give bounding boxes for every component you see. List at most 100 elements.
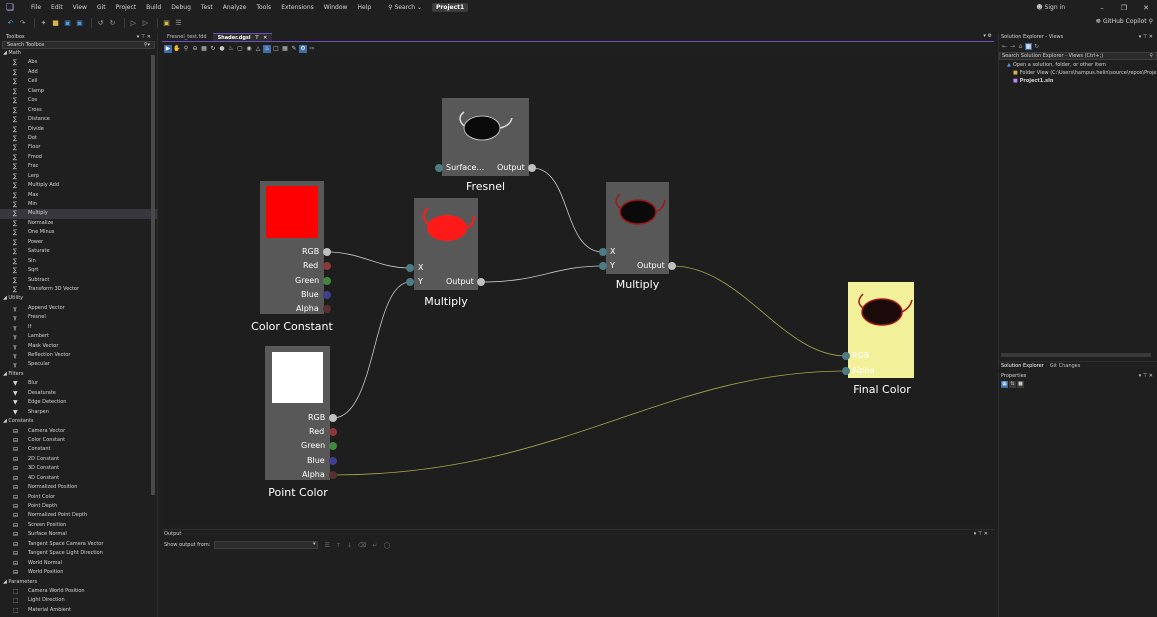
previous-message-icon[interactable]: ↑: [336, 542, 341, 549]
preview-plane-icon[interactable]: □: [272, 45, 280, 53]
menu-edit[interactable]: Edit: [46, 0, 68, 15]
colorconst-blue-port[interactable]: [323, 291, 331, 299]
solution-search-input[interactable]: Search Solution Explorer - Views (Ctrl+;…: [999, 52, 1157, 60]
solution-hscrollbar[interactable]: [1001, 353, 1151, 357]
toolbox-item-3d-constant[interactable]: ⊟ 3D Constant: [0, 464, 157, 473]
project-badge[interactable]: Project1: [432, 3, 469, 12]
generate-shader-icon[interactable]: ✎: [290, 45, 298, 53]
final-color-node[interactable]: [848, 282, 914, 378]
colorconst-rgb-port[interactable]: [323, 248, 331, 256]
toolbox-category-filters[interactable]: ◢ Filters: [0, 370, 157, 379]
toolbox-item-ceil[interactable]: ∑ Ceil: [0, 77, 157, 86]
reset-view-icon[interactable]: ↻: [209, 45, 217, 53]
toolbox-item-dot[interactable]: ∑ Dot: [0, 134, 157, 143]
toolbox-item-sharpen[interactable]: ▼ Sharpen: [0, 408, 157, 417]
menu-file[interactable]: File: [26, 0, 46, 15]
pointcolor-blue-port[interactable]: [329, 457, 337, 465]
toolbox-item-tangent-space-light-direction[interactable]: ⊟ Tangent Space Light Direction: [0, 549, 157, 558]
property-pages-icon[interactable]: ■: [1017, 381, 1024, 388]
close-window-button[interactable]: ✕: [1135, 4, 1157, 12]
folder-view-row[interactable]: ■ Folder View (C:\Users\hampus.helin\sour…: [999, 69, 1157, 77]
preview-teapot-icon[interactable]: ♨: [227, 45, 235, 53]
pointcolor-green-port[interactable]: [329, 442, 337, 450]
colorconst-red-port[interactable]: [323, 262, 331, 270]
visual-studio-logo-icon[interactable]: ❏: [6, 3, 20, 13]
global-search[interactable]: ⚲ Search ⌄: [382, 0, 428, 15]
toolbox-category-utility[interactable]: ◢ Utility: [0, 294, 157, 303]
toolbox-category-constants[interactable]: ◢ Constants: [0, 417, 157, 426]
home-icon[interactable]: ⌂: [1017, 43, 1024, 50]
toolbox-item-divide[interactable]: ∑ Divide: [0, 125, 157, 134]
menu-test[interactable]: Test: [196, 0, 218, 15]
github-copilot-button[interactable]: ☸ GitHub Copilot ⚲: [1096, 18, 1153, 25]
toolbox-item-max[interactable]: ∑ Max: [0, 191, 157, 200]
multiply2-y-port[interactable]: [599, 262, 607, 270]
toolbox-item-specular[interactable]: ╥ Specular: [0, 360, 157, 369]
pointcolor-red-port[interactable]: [329, 428, 337, 436]
export-icon[interactable]: ⇨: [308, 45, 316, 53]
menu-build[interactable]: Build: [141, 0, 166, 15]
toolbox-item-mask-vector[interactable]: ╥ Mask Vector: [0, 342, 157, 351]
clear-all-icon[interactable]: ⌫: [358, 542, 366, 549]
menu-tools[interactable]: Tools: [251, 0, 276, 15]
final-alpha-port[interactable]: [842, 367, 850, 375]
toolbox-item-lerp[interactable]: ∑ Lerp: [0, 172, 157, 181]
pane-controls[interactable]: ▾ ⊤ ✕: [974, 530, 988, 538]
new-item-icon[interactable]: ✦: [39, 19, 48, 28]
restore-button[interactable]: ❐: [1113, 4, 1135, 12]
tab-overflow-icon[interactable]: ▾ ⚙: [983, 33, 992, 39]
pane-controls[interactable]: ▾ ⊤ ✕: [1139, 372, 1153, 380]
pointcolor-rgb-port[interactable]: [329, 414, 337, 422]
menu-analyze[interactable]: Analyze: [218, 0, 252, 15]
pan-tool-icon[interactable]: ✋: [173, 45, 181, 53]
forward-icon[interactable]: →: [1009, 43, 1016, 50]
shader-graph-canvas[interactable]: Fresnel Surface... Output Color Constant…: [162, 56, 994, 526]
toolbox-item-point-color[interactable]: ⊟ Point Color: [0, 493, 157, 502]
tab-shader[interactable]: Shader.dgsl ⊤ ✕: [212, 33, 273, 41]
toolbox-item-camera-vector[interactable]: ⊟ Camera Vector: [0, 427, 157, 436]
layout-icon[interactable]: ▣: [162, 19, 171, 28]
toolbox-search-input[interactable]: Search Toolbox ⚲▾: [2, 41, 155, 49]
menu-git[interactable]: Git: [92, 0, 111, 15]
toolbox-item-frac[interactable]: ∑ Frac: [0, 162, 157, 171]
toolbox-item-sin[interactable]: ∑ Sin: [0, 257, 157, 266]
toolbox-item-surface-normal[interactable]: ⊟ Surface Normal: [0, 530, 157, 539]
toolbox-category-parameters[interactable]: ◢ Parameters: [0, 578, 157, 587]
multiply2-out-port[interactable]: [668, 262, 676, 270]
menu-help[interactable]: Help: [352, 0, 376, 15]
toolbar-options-icon[interactable]: ☰: [174, 19, 183, 28]
pin-icon[interactable]: ⊤: [255, 35, 260, 41]
minimize-button[interactable]: –: [1091, 4, 1113, 12]
start-without-debug-icon[interactable]: ▷: [141, 19, 150, 28]
open-item-row[interactable]: ▲ Open a solution, folder, or other item: [999, 61, 1157, 69]
toolbox-item-material-ambient[interactable]: ⬚ Material Ambient: [0, 606, 157, 615]
fresnel-in-port[interactable]: [435, 164, 443, 172]
toolbox-item-cos[interactable]: ∑ Cos: [0, 96, 157, 105]
toolbox-item-2d-constant[interactable]: ⊟ 2D Constant: [0, 455, 157, 464]
toolbox-item-constant[interactable]: ⊟ Constant: [0, 445, 157, 454]
toolbox-item-if[interactable]: ╥ If: [0, 323, 157, 332]
zoom-fit-icon[interactable]: ▦: [200, 45, 208, 53]
preview-teapot-selected-icon[interactable]: ♨: [263, 45, 271, 53]
toolbox-item-transform-3d-vector[interactable]: ∑ Transform 3D Vector: [0, 285, 157, 294]
toolbox-item-light-direction[interactable]: ⬚ Light Direction: [0, 596, 157, 605]
toolbox-item-lambert[interactable]: ╥ Lambert: [0, 332, 157, 341]
preview-cube-icon[interactable]: ▢: [236, 45, 244, 53]
start-debug-icon[interactable]: ▷: [129, 19, 138, 28]
toolbox-item-append-vector[interactable]: ╥ Append Vector: [0, 304, 157, 313]
colorconst-alpha-port[interactable]: [323, 305, 331, 313]
toolbox-item-subtract[interactable]: ∑ Subtract: [0, 276, 157, 285]
toggle-grid-icon[interactable]: ▦: [281, 45, 289, 53]
pointcolor-alpha-port[interactable]: [329, 471, 337, 479]
toolbox-item-4d-constant[interactable]: ⊟ 4D Constant: [0, 474, 157, 483]
menu-project[interactable]: Project: [111, 0, 142, 15]
toolbox-item-fmod[interactable]: ∑ Fmod: [0, 153, 157, 162]
toolbox-item-reflection-vector[interactable]: ╥ Reflection Vector: [0, 351, 157, 360]
toolbox-item-tangent-space-camera-vector[interactable]: ⊟ Tangent Space Camera Vector: [0, 540, 157, 549]
fresnel-out-port[interactable]: [528, 164, 536, 172]
toolbox-item-camera-world-position[interactable]: ⬚ Camera World Position: [0, 587, 157, 596]
open-folder-icon[interactable]: ■: [51, 19, 60, 28]
menu-extensions[interactable]: Extensions: [276, 0, 319, 15]
toolbox-item-multiply[interactable]: ∑ Multiply: [0, 209, 157, 219]
sign-in-link[interactable]: ☻ Sign in: [1036, 4, 1065, 11]
